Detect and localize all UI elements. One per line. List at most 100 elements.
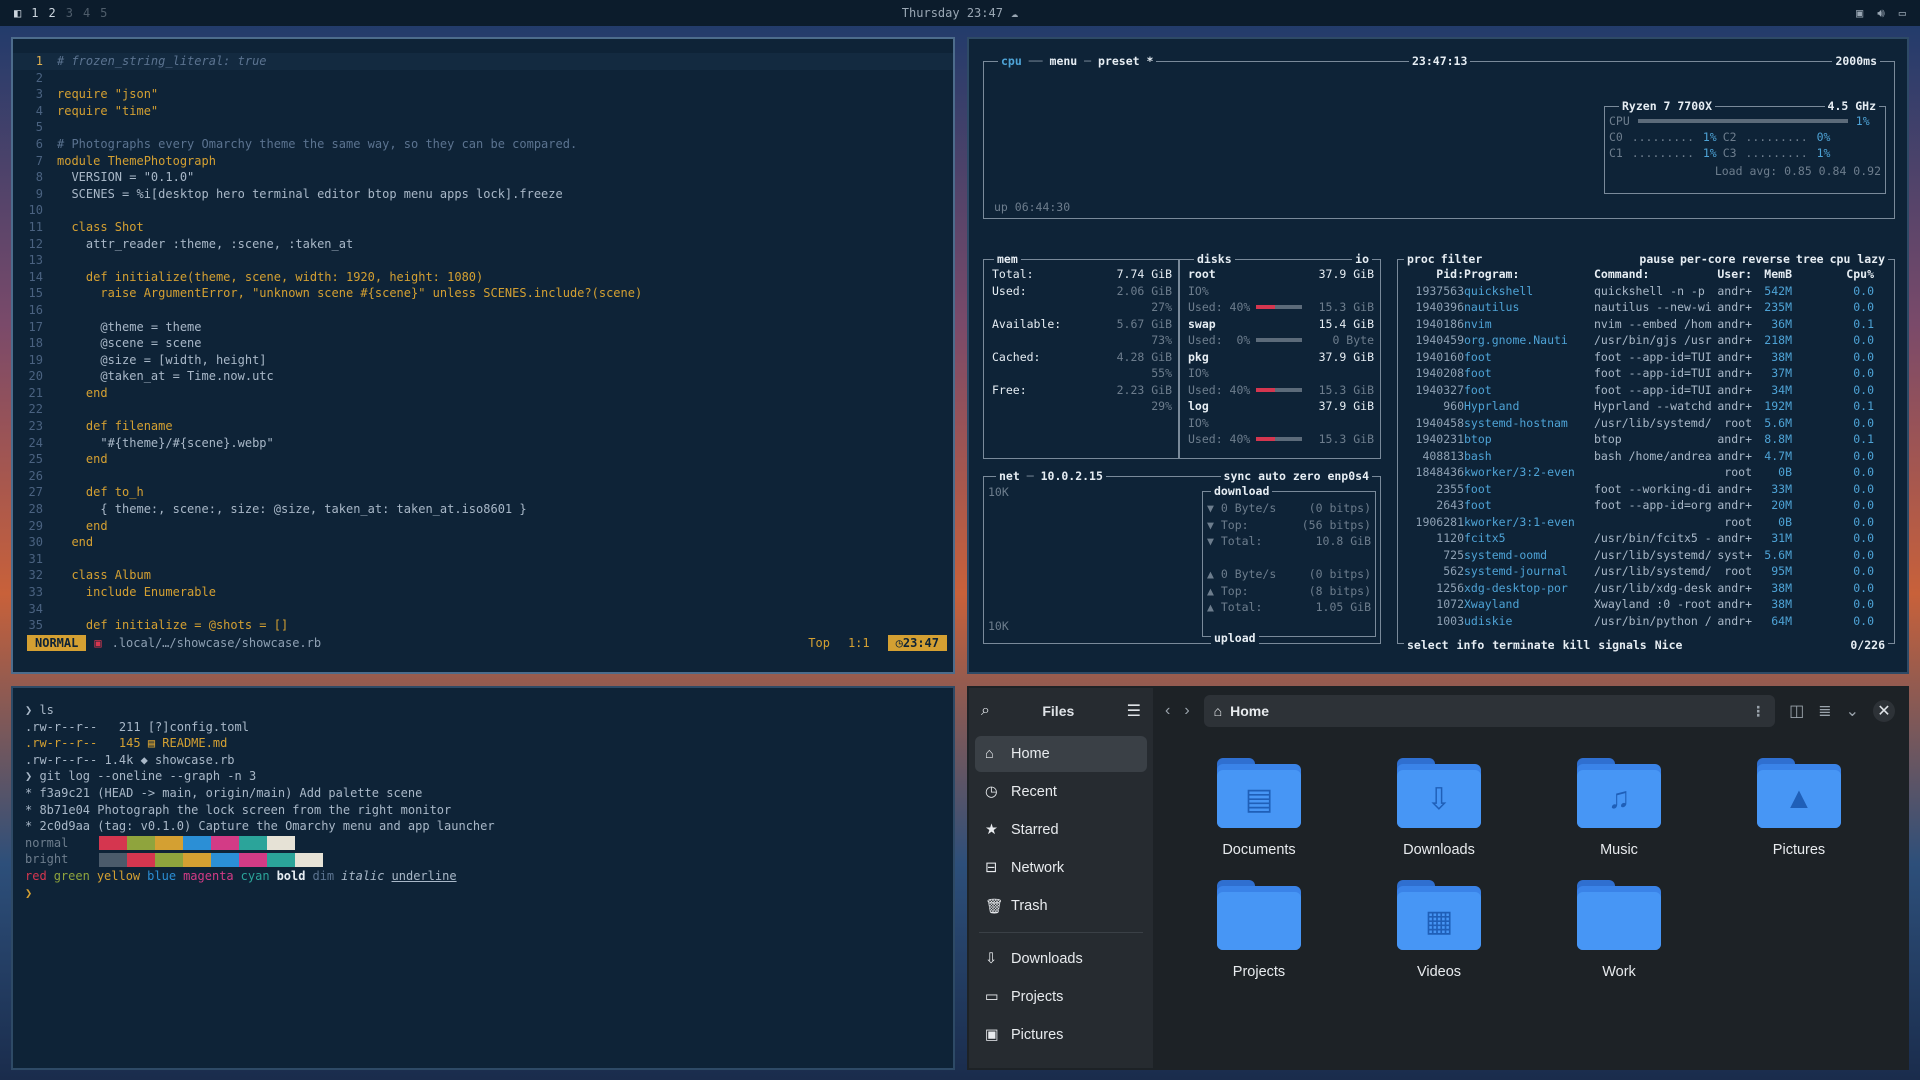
net-zero[interactable]: zero: [1293, 469, 1321, 483]
sidebar-item-downloads[interactable]: ⇩ Downloads: [975, 941, 1147, 977]
proc-row[interactable]: 1003 udiskie/usr/bin/python /u andr+ 64M 0.0: [1402, 613, 1890, 630]
editor-line[interactable]: 5: [13, 119, 953, 136]
hamburger-menu-icon[interactable]: ☰: [1127, 701, 1141, 721]
nice-action[interactable]: Nice: [1655, 638, 1683, 652]
proc-row[interactable]: 1940231 btop btop andr+ 8.8M 0.1: [1402, 431, 1890, 448]
terminal-output[interactable]: ❯ ls .rw-r--r-- 211 [?]config.toml .rw-r--…: [25, 702, 495, 901]
editor-line[interactable]: 31: [13, 551, 953, 568]
net-auto[interactable]: auto: [1258, 469, 1286, 483]
update-interval[interactable]: 2000ms: [1832, 54, 1880, 68]
proc-row[interactable]: 1120 fcitx5/usr/bin/fcitx5 -- andr+ 31M 0.0: [1402, 530, 1890, 547]
menu-tab[interactable]: menu: [1050, 54, 1078, 68]
volume-icon[interactable]: 🔊︎: [1877, 6, 1885, 21]
editor-line[interactable]: 8 VERSION = "0.1.0": [13, 169, 953, 186]
folder-videos[interactable]: ▦ Videos: [1349, 880, 1529, 980]
proc-row[interactable]: 1940327 foot foot --app-id=TUI. andr+ 34M 0.0: [1402, 382, 1890, 399]
proc-row[interactable]: 1072 Xwayland Xwayland :0 -rootl andr+ 38M 0.…: [1402, 596, 1890, 613]
editor-line[interactable]: 13: [13, 252, 953, 269]
editor-line[interactable]: 18 @scene = scene: [13, 335, 953, 352]
terminate-action[interactable]: terminate: [1492, 638, 1554, 652]
editor-line[interactable]: 35 def initialize = @shots = []: [13, 617, 953, 634]
proc-row[interactable]: 1906281 kworker/3:1-even root 0B 0.0: [1402, 514, 1890, 531]
select-action[interactable]: select: [1407, 638, 1449, 652]
editor-line[interactable]: 20 @taken_at = Time.now.utc: [13, 368, 953, 385]
proc-row[interactable]: 960 Hyprland Hyprland --watchdo andr+ 192M 0.…: [1402, 398, 1890, 415]
proc-row[interactable]: 2643 foot foot --app-id=org. andr+ 20M 0.0: [1402, 497, 1890, 514]
folder-music[interactable]: ♫ Music: [1529, 758, 1709, 858]
editor-line[interactable]: 6 # Photographs every Omarchy theme the s…: [13, 136, 953, 153]
editor-line[interactable]: 12 attr_reader :theme, :scene, :taken_at: [13, 236, 953, 253]
launcher-icon[interactable]: ◧: [14, 6, 21, 20]
clock[interactable]: Thursday 23:47 ☁: [902, 6, 1018, 20]
editor-line[interactable]: 26: [13, 468, 953, 485]
cpu-tab[interactable]: cpu: [1001, 54, 1022, 68]
editor-line[interactable]: 17 @theme = theme: [13, 319, 953, 336]
folder-documents[interactable]: ▤ Documents: [1169, 758, 1349, 858]
files-window[interactable]: ⌕ Files ☰ ⌂ Home ◷ Recent ★ Starred ⊟ Network 🗑︎…: [967, 686, 1909, 1070]
editor-line[interactable]: 32 class Album: [13, 567, 953, 584]
kill-action[interactable]: kill: [1563, 638, 1591, 652]
back-icon[interactable]: ‹: [1165, 702, 1170, 720]
editor-line[interactable]: 28 { theme:, scene:, size: @size, taken_…: [13, 501, 953, 518]
editor-line[interactable]: 21 end: [13, 385, 953, 402]
proc-row[interactable]: 1940459 org.gnome.Nauti/usr/bin/gjs /usr/…: [1402, 332, 1890, 349]
proc-header-cell[interactable]: Cpu%: [1792, 266, 1874, 283]
sidebar-item-recent[interactable]: ◷ Recent: [975, 774, 1147, 810]
editor-line[interactable]: 14 def initialize(theme, scene, width: 1…: [13, 269, 953, 286]
io-tab[interactable]: io: [1352, 252, 1372, 266]
proc-row[interactable]: 1848436 kworker/3:2-even root 0B 0.0: [1402, 464, 1890, 481]
display-icon[interactable]: ▭: [1899, 6, 1906, 21]
path-bar[interactable]: ⌂ Home ⋮: [1203, 695, 1776, 727]
editor-line[interactable]: 4 require "time": [13, 103, 953, 120]
sidebar-item-starred[interactable]: ★ Starred: [975, 812, 1147, 848]
editor-line[interactable]: 27 def to_h: [13, 484, 953, 501]
screen-record-icon[interactable]: ▣: [1856, 6, 1863, 21]
per-core-tab[interactable]: per-core: [1680, 252, 1735, 266]
close-icon[interactable]: ✕: [1873, 700, 1895, 722]
proc-header-cell[interactable]: Program:: [1464, 266, 1586, 283]
proc-row[interactable]: 1940208 foot foot --app-id=TUI. andr+ 37M 0.0: [1402, 365, 1890, 382]
terminal-window[interactable]: ❯ ls .rw-r--r-- 211 [?]config.toml .rw-r--…: [11, 686, 955, 1070]
workspace-3[interactable]: 3: [66, 6, 73, 20]
editor-line[interactable]: 15 raise ArgumentError, "unknown scene #…: [13, 285, 953, 302]
proc-row[interactable]: 1940458 systemd-hostnam/usr/lib/systemd/s…: [1402, 415, 1890, 432]
editor-line[interactable]: 10: [13, 202, 953, 219]
proc-row[interactable]: 562 systemd-journal/usr/lib/systemd/s root…: [1402, 563, 1890, 580]
proc-row[interactable]: 1256 xdg-desktop-por/usr/lib/xdg-deskt and…: [1402, 580, 1890, 597]
workspace-5[interactable]: 5: [100, 6, 107, 20]
pause-tab[interactable]: pause: [1639, 252, 1674, 266]
folder-downloads[interactable]: ⇩ Downloads: [1349, 758, 1529, 858]
editor-window[interactable]: 1 # frozen_string_literal: true 2 3 require …: [11, 37, 955, 674]
editor-line[interactable]: 22: [13, 401, 953, 418]
proc-row[interactable]: 1940186 nvim nvim --embed /home andr+ 36M 0.1: [1402, 316, 1890, 333]
editor-line[interactable]: 2: [13, 70, 953, 87]
tree-tab[interactable]: tree: [1796, 252, 1824, 266]
workspace-2[interactable]: 2: [48, 6, 55, 20]
proc-tab[interactable]: proc: [1407, 252, 1435, 266]
sidebar-item-trash[interactable]: 🗑︎ Trash: [975, 888, 1147, 924]
sidebar-item-network[interactable]: ⊟ Network: [975, 850, 1147, 886]
preset-tab[interactable]: preset *: [1098, 54, 1153, 68]
sort-tab[interactable]: cpu lazy: [1830, 252, 1885, 266]
proc-row[interactable]: 1940160 foot foot --app-id=TUI. andr+ 38M 0.0: [1402, 349, 1890, 366]
sidebar-item-projects[interactable]: ▭ Projects: [975, 979, 1147, 1015]
folder-projects[interactable]: Projects: [1169, 880, 1349, 980]
folder-pictures[interactable]: ▲ Pictures: [1709, 758, 1889, 858]
workspace-4[interactable]: 4: [83, 6, 90, 20]
net-sync[interactable]: sync: [1224, 469, 1252, 483]
editor-buffer[interactable]: 1 # frozen_string_literal: true 2 3 require …: [13, 53, 953, 634]
kebab-menu-icon[interactable]: ⋮: [1751, 703, 1765, 720]
proc-row[interactable]: 408813 bash bash /home/andreas andr+ 4.7M 0.0: [1402, 448, 1890, 465]
proc-header-cell[interactable]: Pid:: [1402, 266, 1464, 283]
editor-line[interactable]: 9 SCENES = %i[desktop hero terminal edit…: [13, 186, 953, 203]
proc-row[interactable]: 2355 foot foot --working-dir andr+ 33M 0.0: [1402, 481, 1890, 498]
proc-header-cell[interactable]: Command:: [1586, 266, 1712, 283]
forward-icon[interactable]: ›: [1184, 702, 1189, 720]
workspace-1[interactable]: 1: [31, 6, 38, 20]
editor-line[interactable]: 19 @size = [width, height]: [13, 352, 953, 369]
editor-line[interactable]: 3 require "json": [13, 86, 953, 103]
sidebar-item-pictures[interactable]: ▣ Pictures: [975, 1017, 1147, 1053]
editor-line[interactable]: 16: [13, 302, 953, 319]
search-icon[interactable]: ⌕: [981, 702, 990, 720]
reverse-tab[interactable]: reverse: [1741, 252, 1789, 266]
